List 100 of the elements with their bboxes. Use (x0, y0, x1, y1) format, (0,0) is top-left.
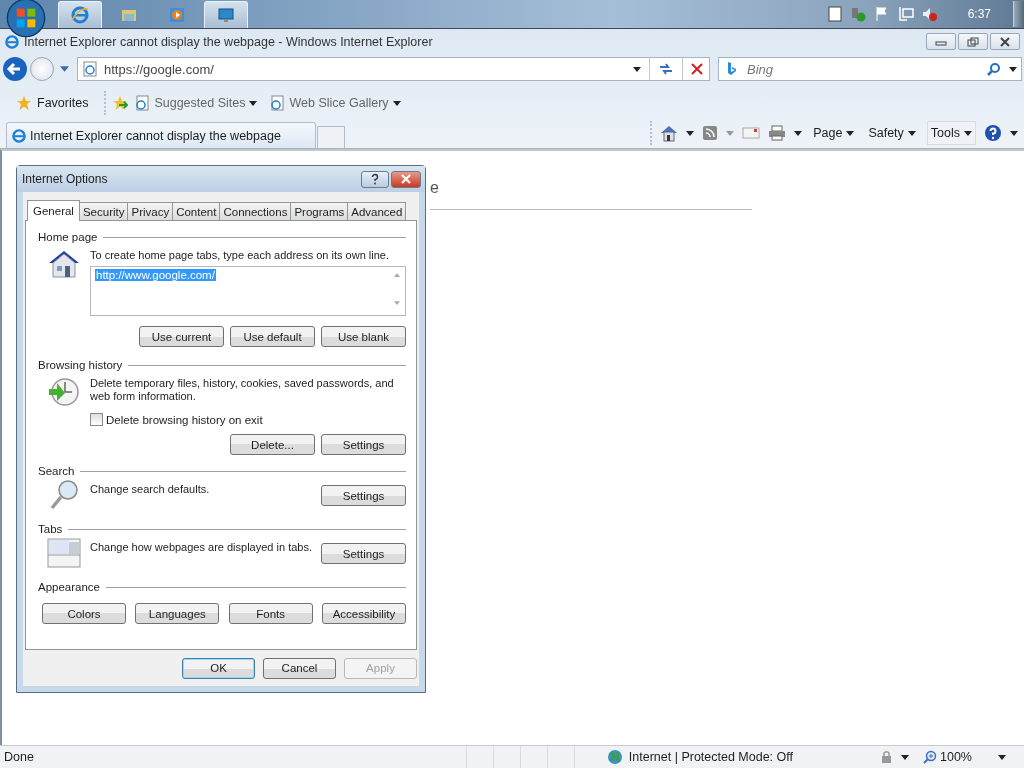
show-desktop-button[interactable] (1013, 1, 1024, 27)
caret-icon (964, 130, 972, 136)
caret-icon (249, 100, 258, 106)
restore-button[interactable] (958, 33, 988, 50)
magnifier-icon (49, 479, 79, 511)
star-icon (16, 95, 32, 111)
window-title: Internet Explorer cannot display the webpage - Windows Internet Explorer (24, 34, 433, 49)
favorites-link[interactable]: Suggested Sites (134, 95, 258, 111)
page-heading: e (430, 179, 439, 197)
house-icon (48, 249, 80, 279)
globe-icon (606, 749, 623, 765)
back-button[interactable] (2, 56, 28, 82)
zoom-button[interactable]: 100% (923, 750, 972, 764)
caret-icon[interactable] (633, 66, 641, 72)
caret-icon[interactable] (998, 754, 1006, 760)
section-description: Delete temporary files, history, cookies, saved passwords, and web form information. (90, 376, 395, 403)
caret-icon[interactable] (901, 754, 909, 760)
section-label: Browsing history (38, 359, 123, 371)
caret-icon (907, 130, 916, 136)
dialog-title: Internet Options (22, 172, 109, 186)
favorites-button[interactable]: Favorites (16, 95, 89, 111)
stop-icon[interactable] (691, 63, 703, 75)
printer-icon[interactable] (768, 125, 787, 141)
close-icon (999, 36, 1011, 47)
dialog-tab[interactable]: Security (78, 202, 129, 220)
browser-icon (70, 5, 90, 25)
mail-icon[interactable] (742, 126, 761, 140)
dialog-tab[interactable]: Content (172, 202, 221, 220)
address-field[interactable]: https://google.com/ (77, 57, 710, 81)
caret-icon (846, 130, 855, 136)
section-description: Change search defaults. (90, 482, 211, 496)
browser-tab[interactable]: Internet Explorer cannot display the webpage (6, 122, 316, 148)
refresh-icon[interactable] (658, 61, 674, 77)
dialog-button[interactable]: Languages (135, 603, 220, 624)
dialog-button[interactable]: Colors (42, 603, 126, 624)
caret-icon[interactable] (794, 130, 803, 136)
add-favorite-icon[interactable] (112, 95, 129, 111)
clock[interactable]: 6:37 (967, 7, 991, 21)
dialog-button[interactable]: Settings (321, 434, 406, 455)
dialog-button[interactable]: Use blank (321, 326, 406, 347)
browser-icon (11, 127, 27, 144)
dialog-tab[interactable]: Connections (219, 202, 292, 220)
dialog-button[interactable]: Use default (230, 326, 315, 347)
taskbar-button[interactable] (204, 1, 248, 28)
section-label: Tabs (38, 523, 63, 535)
caret-icon (392, 100, 401, 106)
close-icon (400, 174, 412, 184)
dialog-button[interactable]: Cancel (263, 657, 336, 679)
dialog-button[interactable]: Delete... (230, 434, 315, 455)
page-icon (134, 95, 151, 111)
document-icon[interactable] (827, 6, 842, 22)
minimize-button[interactable] (926, 33, 956, 50)
help-icon[interactable] (984, 124, 1002, 142)
dialog-button[interactable]: Accessibility (322, 603, 406, 624)
taskbar-button[interactable] (58, 1, 102, 28)
feed-icon[interactable] (702, 125, 719, 141)
status-text: Done (4, 750, 35, 764)
dialog-tab[interactable]: Programs (290, 202, 349, 220)
section-description: To create home page tabs, type each address on its own line. (90, 248, 390, 262)
close-button[interactable] (990, 33, 1020, 50)
dialog-button[interactable]: Use current (139, 326, 224, 347)
section-description: Change how webpages are displayed in tabs. (90, 540, 313, 554)
dialog-button[interactable]: Fonts (228, 603, 313, 624)
dialog-tab[interactable]: General (27, 200, 80, 221)
page-icon (269, 95, 286, 111)
clock-icon (47, 377, 81, 407)
command-menu[interactable]: Tools (926, 121, 976, 145)
caret-icon[interactable] (1009, 66, 1017, 72)
page-icon (82, 61, 98, 77)
search-box[interactable]: Bing (718, 57, 1022, 81)
question-mark-icon (370, 173, 380, 185)
magnifier-icon (923, 750, 937, 764)
flag-icon[interactable] (873, 6, 890, 22)
section-label: Search (38, 465, 75, 477)
dialog-button[interactable]: Settings (321, 543, 406, 564)
caret-icon[interactable] (686, 130, 695, 136)
search-field[interactable]: Bing (745, 60, 979, 78)
home-icon[interactable] (660, 124, 679, 142)
search-icon[interactable] (987, 62, 1001, 76)
dialog-button[interactable]: OK (182, 657, 255, 679)
dialog-button[interactable]: Settings (321, 485, 406, 506)
dialog-tab[interactable]: Advanced (347, 202, 407, 220)
caret-icon[interactable] (1010, 130, 1018, 136)
bing-logo-icon (727, 62, 737, 76)
favorites-link[interactable]: Web Slice Gallery (269, 95, 401, 111)
checkbox[interactable] (90, 413, 103, 426)
home-page-url: http://www.google.com/ (95, 269, 216, 281)
monitor-icon (216, 5, 236, 25)
checkbox-option[interactable]: Delete browsing history on exit (90, 413, 406, 426)
play-icon (167, 5, 187, 25)
command-menu[interactable]: Page (810, 121, 858, 145)
browser-icon (4, 33, 20, 50)
muted-speaker-icon[interactable] (921, 6, 938, 22)
section-label: Home page (38, 231, 98, 243)
network-icon[interactable] (897, 6, 914, 22)
dialog-tab[interactable]: Privacy (127, 202, 174, 220)
security-zone[interactable]: Internet | Protected Mode: Off (628, 750, 793, 764)
close-button[interactable] (391, 170, 421, 188)
help-button[interactable] (361, 170, 389, 188)
command-menu[interactable]: Safety (865, 121, 919, 145)
